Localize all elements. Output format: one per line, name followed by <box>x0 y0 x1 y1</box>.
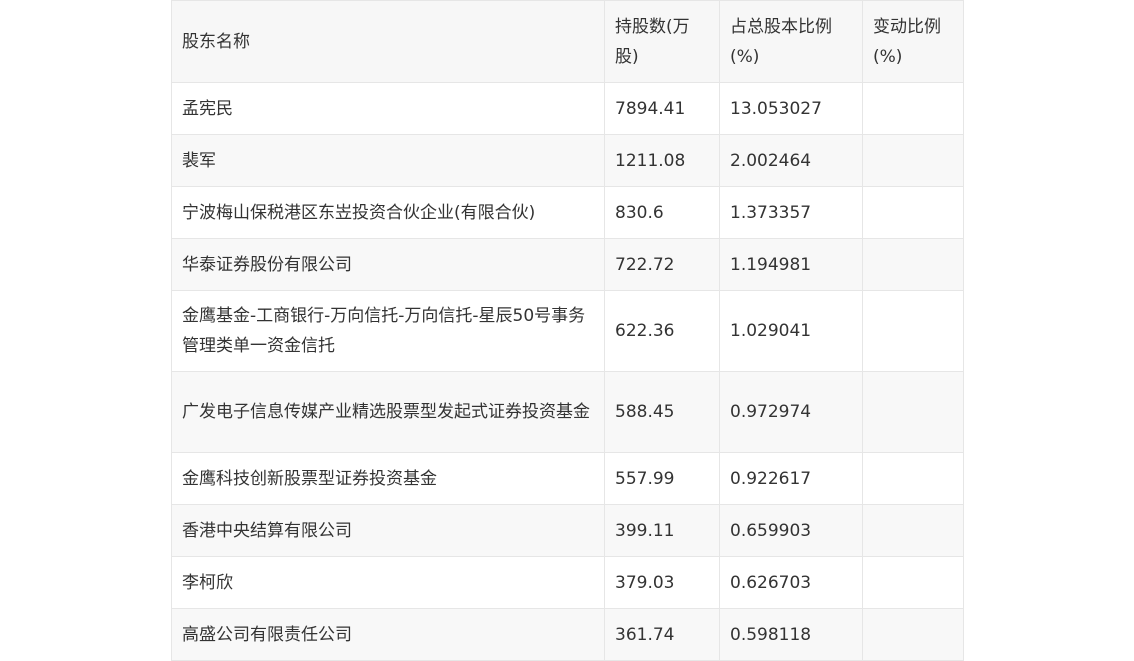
cell-shares: 830.6 <box>604 186 720 239</box>
table-header-row: 股东名称 持股数(万股) 占总股本比例(%) 变动比例(%) <box>171 0 964 83</box>
cell-name: 金鹰基金-工商银行-万向信托-万向信托-星辰50号事务管理类单一资金信托 <box>171 290 605 372</box>
cell-change <box>862 290 964 372</box>
shareholder-table-container: 股东名称 持股数(万股) 占总股本比例(%) 变动比例(%) 孟宪民 7894.… <box>171 0 964 661</box>
cell-ratio: 2.002464 <box>719 134 863 187</box>
cell-shares: 7894.41 <box>604 82 720 135</box>
table-row: 裴军 1211.08 2.002464 <box>171 134 964 187</box>
table-row: 香港中央结算有限公司 399.11 0.659903 <box>171 504 964 557</box>
cell-change <box>862 82 964 135</box>
cell-name: 高盛公司有限责任公司 <box>171 608 605 661</box>
header-share-ratio: 占总股本比例(%) <box>719 0 863 83</box>
table-row: 宁波梅山保税港区东岦投资合伙企业(有限合伙) 830.6 1.373357 <box>171 186 964 239</box>
cell-ratio: 1.029041 <box>719 290 863 372</box>
cell-ratio: 1.194981 <box>719 238 863 291</box>
cell-shares: 722.72 <box>604 238 720 291</box>
cell-ratio: 0.922617 <box>719 452 863 505</box>
cell-ratio: 0.972974 <box>719 371 863 453</box>
cell-shares: 361.74 <box>604 608 720 661</box>
table-row: 广发电子信息传媒产业精选股票型发起式证券投资基金 588.45 0.972974 <box>171 371 964 453</box>
cell-shares: 1211.08 <box>604 134 720 187</box>
table-row: 李柯欣 379.03 0.626703 <box>171 556 964 609</box>
cell-name: 宁波梅山保税港区东岦投资合伙企业(有限合伙) <box>171 186 605 239</box>
cell-change <box>862 134 964 187</box>
table-row: 高盛公司有限责任公司 361.74 0.598118 <box>171 608 964 661</box>
shareholder-table: 股东名称 持股数(万股) 占总股本比例(%) 变动比例(%) 孟宪民 7894.… <box>171 0 964 661</box>
cell-change <box>862 238 964 291</box>
cell-shares: 399.11 <box>604 504 720 557</box>
cell-ratio: 0.659903 <box>719 504 863 557</box>
cell-change <box>862 504 964 557</box>
cell-change <box>862 452 964 505</box>
table-row: 金鹰基金-工商银行-万向信托-万向信托-星辰50号事务管理类单一资金信托 622… <box>171 290 964 372</box>
cell-name: 香港中央结算有限公司 <box>171 504 605 557</box>
cell-name: 孟宪民 <box>171 82 605 135</box>
table-row: 华泰证券股份有限公司 722.72 1.194981 <box>171 238 964 291</box>
cell-shares: 379.03 <box>604 556 720 609</box>
cell-name: 裴军 <box>171 134 605 187</box>
header-change-ratio: 变动比例(%) <box>862 0 964 83</box>
table-row: 金鹰科技创新股票型证券投资基金 557.99 0.922617 <box>171 452 964 505</box>
cell-ratio: 0.598118 <box>719 608 863 661</box>
cell-change <box>862 371 964 453</box>
cell-ratio: 13.053027 <box>719 82 863 135</box>
cell-name: 李柯欣 <box>171 556 605 609</box>
cell-ratio: 0.626703 <box>719 556 863 609</box>
cell-shares: 557.99 <box>604 452 720 505</box>
header-shareholder-name: 股东名称 <box>171 0 605 83</box>
cell-change <box>862 556 964 609</box>
cell-name: 广发电子信息传媒产业精选股票型发起式证券投资基金 <box>171 371 605 453</box>
header-shares-held: 持股数(万股) <box>604 0 720 83</box>
table-row: 孟宪民 7894.41 13.053027 <box>171 82 964 135</box>
cell-ratio: 1.373357 <box>719 186 863 239</box>
cell-shares: 588.45 <box>604 371 720 453</box>
cell-change <box>862 186 964 239</box>
cell-name: 金鹰科技创新股票型证券投资基金 <box>171 452 605 505</box>
cell-change <box>862 608 964 661</box>
cell-shares: 622.36 <box>604 290 720 372</box>
cell-name: 华泰证券股份有限公司 <box>171 238 605 291</box>
